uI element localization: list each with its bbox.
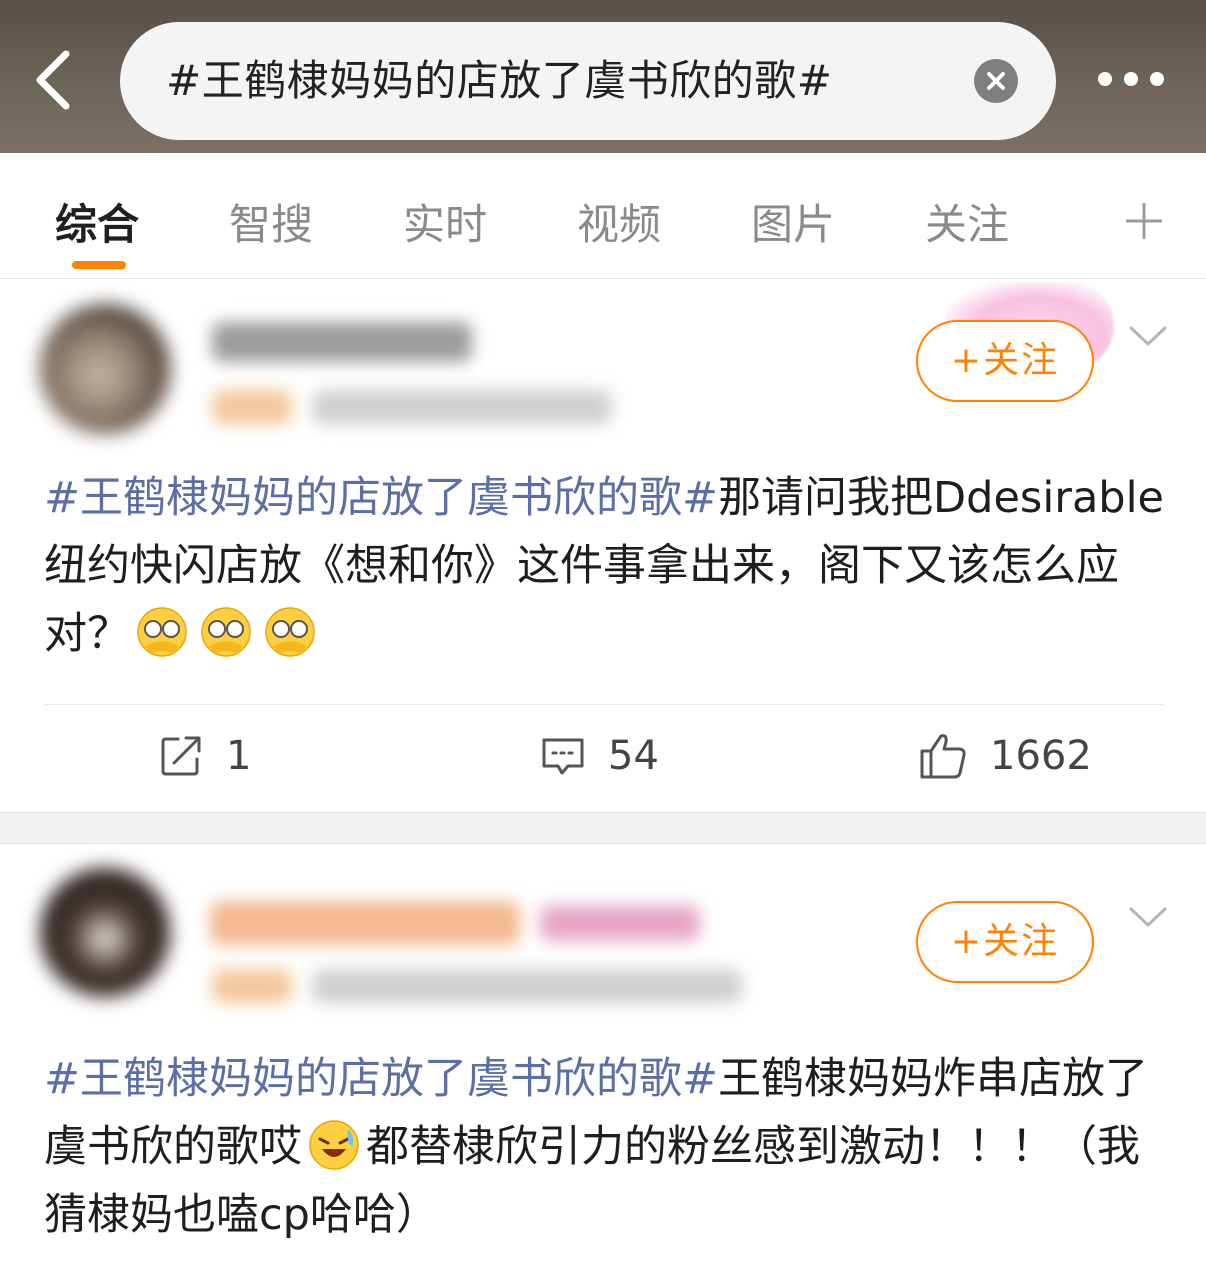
post-body: #王鹤棣妈妈的店放了虞书欣的歌#那请问我把Ddesirable纽约快闪店放《想和… xyxy=(44,464,1174,668)
search-query[interactable]: #王鹤棣妈妈的店放了虞书欣的歌# xyxy=(166,22,832,140)
tab-smart-search[interactable]: 智搜 xyxy=(229,191,313,252)
tab-video[interactable]: 视频 xyxy=(577,191,661,252)
clear-icon xyxy=(987,72,1005,90)
chevron-down-icon[interactable] xyxy=(1128,905,1168,929)
comment-count: 54 xyxy=(608,733,659,779)
username-redacted[interactable] xyxy=(212,322,472,362)
like-count: 1662 xyxy=(990,733,1092,779)
more-icon xyxy=(1098,72,1112,86)
comment-button[interactable]: 54 xyxy=(540,726,659,786)
tab-bar: 综合 智搜 实时 视频 图片 关注 xyxy=(0,153,1206,279)
search-box[interactable]: #王鹤棣妈妈的店放了虞书欣的歌# xyxy=(120,22,1056,140)
thumbs-up-icon xyxy=(920,734,966,779)
tab-comprehensive[interactable]: 综合 xyxy=(55,191,139,252)
post-meta-redacted xyxy=(312,969,742,1003)
topic-link[interactable]: #王鹤棣妈妈的店放了虞书欣的歌# xyxy=(44,1054,718,1104)
user-badge-redacted xyxy=(540,905,700,941)
follow-button[interactable]: +关注 xyxy=(916,320,1094,402)
post-card: +关注 #王鹤棣妈妈的店放了虞书欣的歌#那请问我把Ddesirable纽约快闪店… xyxy=(0,280,1206,812)
clear-button[interactable] xyxy=(974,59,1018,103)
username-redacted[interactable] xyxy=(210,901,520,945)
post-body: #王鹤棣妈妈的店放了虞书欣的歌#王鹤棣妈妈炸串店放了虞书欣的歌哎 都替棣欣引力的粉… xyxy=(44,1045,1174,1249)
chevron-down-icon[interactable] xyxy=(1128,324,1168,348)
like-button[interactable]: 1662 xyxy=(918,726,1092,786)
repost-button[interactable]: 1 xyxy=(158,726,251,786)
laugh-cry-emoji xyxy=(309,1120,359,1170)
repost-count: 1 xyxy=(226,733,252,779)
post-separator xyxy=(0,812,1206,844)
follow-button[interactable]: +关注 xyxy=(916,901,1094,983)
tab-realtime[interactable]: 实时 xyxy=(403,191,487,252)
topic-link[interactable]: #王鹤棣妈妈的店放了虞书欣的歌# xyxy=(44,473,718,523)
add-tab-button[interactable] xyxy=(1122,199,1166,243)
tab-following[interactable]: 关注 xyxy=(925,191,1009,252)
shy-peek-emoji xyxy=(137,607,187,657)
more-icon-dot xyxy=(1150,72,1164,86)
top-bar: #王鹤棣妈妈的店放了虞书欣的歌# xyxy=(0,0,1206,153)
action-bar: 1 54 1662 xyxy=(0,726,1206,786)
post-meta-redacted xyxy=(312,390,612,424)
shy-peek-emoji xyxy=(201,607,251,657)
more-button[interactable] xyxy=(1094,62,1174,98)
divider xyxy=(44,704,1164,705)
more-icon-dot xyxy=(1124,72,1138,86)
post-card: +关注 #王鹤棣妈妈的店放了虞书欣的歌#王鹤棣妈妈炸串店放了虞书欣的歌哎 都替棣欣… xyxy=(0,845,1206,1264)
back-button[interactable] xyxy=(22,40,92,120)
active-tab-indicator xyxy=(72,261,126,269)
shy-peek-emoji xyxy=(265,607,315,657)
vip-badge-redacted xyxy=(212,969,292,1003)
plus-icon xyxy=(1126,203,1162,239)
avatar[interactable] xyxy=(40,867,170,997)
tab-images[interactable]: 图片 xyxy=(751,191,835,252)
chevron-left-icon xyxy=(36,50,70,110)
repost-icon xyxy=(161,736,201,776)
comment-icon xyxy=(542,738,584,775)
user-badge-redacted xyxy=(212,390,292,424)
avatar[interactable] xyxy=(40,304,170,434)
